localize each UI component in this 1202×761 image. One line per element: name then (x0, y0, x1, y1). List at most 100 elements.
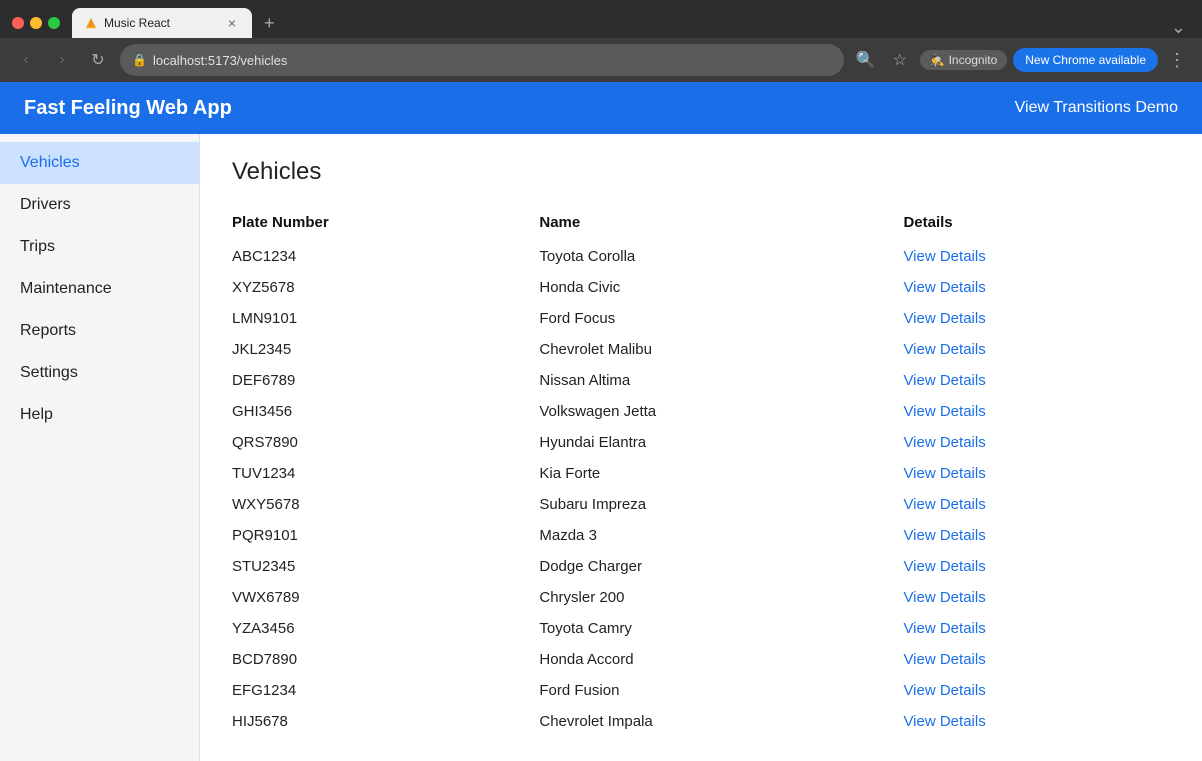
view-details-link[interactable]: View Details (903, 403, 985, 420)
forward-button[interactable]: › (48, 46, 76, 74)
url-text: localhost:5173/vehicles (153, 53, 287, 68)
cell-name: Ford Fusion (539, 675, 903, 706)
reload-button[interactable]: ↻ (84, 46, 112, 74)
minimize-window-button[interactable] (30, 17, 42, 29)
cell-plate: YZA3456 (232, 613, 539, 644)
view-details-link[interactable]: View Details (903, 620, 985, 637)
table-row: YZA3456Toyota CamryView Details (232, 613, 1170, 644)
title-bar: Music React × + ⌄ (0, 0, 1202, 38)
cell-details: View Details (903, 551, 1170, 582)
col-header-name: Name (539, 206, 903, 241)
app-body: Vehicles Drivers Trips Maintenance Repor… (0, 134, 1202, 761)
browser-window: Music React × + ⌄ ‹ › ↻ 🔒 localhost:5173… (0, 0, 1202, 82)
tab-favicon (84, 16, 98, 30)
cell-name: Subaru Impreza (539, 489, 903, 520)
cell-details: View Details (903, 365, 1170, 396)
tab-close-button[interactable]: × (224, 15, 240, 31)
view-details-link[interactable]: View Details (903, 279, 985, 296)
view-details-link[interactable]: View Details (903, 558, 985, 575)
cell-plate: JKL2345 (232, 334, 539, 365)
sidebar-item-drivers[interactable]: Drivers (0, 184, 199, 226)
view-details-link[interactable]: View Details (903, 248, 985, 265)
sidebar-item-vehicles[interactable]: Vehicles (0, 142, 199, 184)
cell-name: Nissan Altima (539, 365, 903, 396)
maximize-window-button[interactable] (48, 17, 60, 29)
cell-name: Hyundai Elantra (539, 427, 903, 458)
cell-plate: VWX6789 (232, 582, 539, 613)
new-tab-button[interactable]: + (256, 8, 283, 38)
sidebar-item-reports[interactable]: Reports (0, 310, 199, 352)
view-details-link[interactable]: View Details (903, 527, 985, 544)
view-details-link[interactable]: View Details (903, 589, 985, 606)
cell-name: Honda Civic (539, 272, 903, 303)
cell-name: Chevrolet Malibu (539, 334, 903, 365)
table-row: DEF6789Nissan AltimaView Details (232, 365, 1170, 396)
cell-details: View Details (903, 458, 1170, 489)
table-row: EFG1234Ford FusionView Details (232, 675, 1170, 706)
address-bar[interactable]: 🔒 localhost:5173/vehicles (120, 44, 844, 76)
tab-title: Music React (104, 16, 218, 30)
cell-plate: HIJ5678 (232, 706, 539, 737)
view-details-link[interactable]: View Details (903, 496, 985, 513)
cell-name: Volkswagen Jetta (539, 396, 903, 427)
cell-name: Honda Accord (539, 644, 903, 675)
cell-details: View Details (903, 334, 1170, 365)
bookmark-button[interactable]: ☆ (886, 46, 914, 74)
cell-details: View Details (903, 396, 1170, 427)
view-details-link[interactable]: View Details (903, 651, 985, 668)
incognito-label: Incognito (949, 53, 998, 67)
view-details-link[interactable]: View Details (903, 341, 985, 358)
view-details-link[interactable]: View Details (903, 682, 985, 699)
view-transitions-link[interactable]: View Transitions Demo (1015, 99, 1178, 117)
cell-name: Dodge Charger (539, 551, 903, 582)
cell-details: View Details (903, 706, 1170, 737)
cell-name: Mazda 3 (539, 520, 903, 551)
view-details-link[interactable]: View Details (903, 372, 985, 389)
incognito-icon: 🕵 (930, 53, 945, 67)
close-window-button[interactable] (12, 17, 24, 29)
view-details-link[interactable]: View Details (903, 434, 985, 451)
cell-name: Chevrolet Impala (539, 706, 903, 737)
sidebar-item-settings[interactable]: Settings (0, 352, 199, 394)
view-details-link[interactable]: View Details (903, 465, 985, 482)
active-tab[interactable]: Music React × (72, 8, 252, 38)
view-details-link[interactable]: View Details (903, 310, 985, 327)
table-row: VWX6789Chrysler 200View Details (232, 582, 1170, 613)
cell-name: Ford Focus (539, 303, 903, 334)
cell-plate: XYZ5678 (232, 272, 539, 303)
table-row: LMN9101Ford FocusView Details (232, 303, 1170, 334)
cell-details: View Details (903, 272, 1170, 303)
incognito-indicator: 🕵 Incognito (920, 50, 1008, 70)
col-header-plate: Plate Number (232, 206, 539, 241)
sidebar-item-maintenance[interactable]: Maintenance (0, 268, 199, 310)
main-content: Vehicles Plate Number Name Details ABC12… (200, 134, 1202, 761)
cell-details: View Details (903, 582, 1170, 613)
cell-details: View Details (903, 675, 1170, 706)
cell-details: View Details (903, 303, 1170, 334)
cell-plate: BCD7890 (232, 644, 539, 675)
sidebar-item-help[interactable]: Help (0, 394, 199, 436)
cell-details: View Details (903, 644, 1170, 675)
table-row: QRS7890Hyundai ElantraView Details (232, 427, 1170, 458)
col-header-details: Details (903, 206, 1170, 241)
cell-plate: QRS7890 (232, 427, 539, 458)
cell-plate: EFG1234 (232, 675, 539, 706)
tab-overflow-icon[interactable]: ⌄ (1171, 17, 1190, 38)
table-header: Plate Number Name Details (232, 206, 1170, 241)
cell-plate: WXY5678 (232, 489, 539, 520)
cell-details: View Details (903, 427, 1170, 458)
table-row: HIJ5678Chevrolet ImpalaView Details (232, 706, 1170, 737)
cell-plate: LMN9101 (232, 303, 539, 334)
cell-plate: ABC1234 (232, 241, 539, 272)
zoom-button[interactable]: 🔍 (852, 46, 880, 74)
back-button[interactable]: ‹ (12, 46, 40, 74)
sidebar-item-trips[interactable]: Trips (0, 226, 199, 268)
browser-menu-button[interactable]: ⋮ (1164, 50, 1190, 71)
app-wrapper: Fast Feeling Web App View Transitions De… (0, 82, 1202, 761)
vehicles-table: Plate Number Name Details ABC1234Toyota … (232, 206, 1170, 737)
cell-plate: DEF6789 (232, 365, 539, 396)
table-row: WXY5678Subaru ImprezaView Details (232, 489, 1170, 520)
tab-bar: Music React × + ⌄ (72, 8, 1190, 38)
new-chrome-button[interactable]: New Chrome available (1013, 48, 1158, 72)
view-details-link[interactable]: View Details (903, 713, 985, 730)
